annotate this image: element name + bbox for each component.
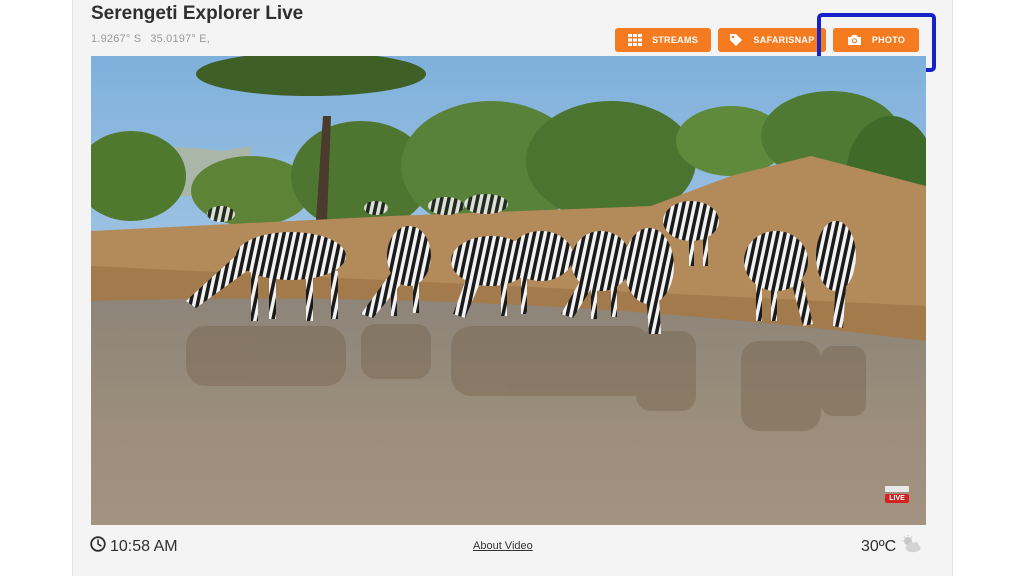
tag-icon [729,33,743,47]
page-title: Serengeti Explorer Live [91,3,304,24]
longitude: 35.0197° E, [150,33,211,45]
stream-card: Serengeti Explorer Live 1.9267° S 35.0197… [72,0,953,576]
live-badge: LIVE [885,486,909,503]
photo-button[interactable]: PHOTO [833,28,919,52]
photo-label: PHOTO [871,35,906,45]
safarisnap-button[interactable]: SAFARISNAP [718,28,826,52]
live-badge-logo [885,486,909,492]
latitude: 1.9267° S [91,33,142,45]
clock-icon [90,536,106,557]
live-video[interactable]: LIVE [91,56,926,525]
about-video-link[interactable]: About Video [473,540,533,552]
safarisnap-label: SAFARISNAP [753,35,815,45]
partly-cloudy-icon [900,535,922,558]
camera-icon [847,34,862,46]
live-label: LIVE [885,494,909,503]
grid-icon [627,34,642,46]
video-frame [91,56,926,525]
weather: 30ºC [861,535,922,558]
coordinates: 1.9267° S 35.0197° E, [91,33,210,45]
streams-button[interactable]: STREAMS [615,28,711,52]
time-value: 10:58 AM [110,537,178,555]
streams-label: STREAMS [651,35,699,45]
temperature-value: 30ºC [861,537,897,555]
local-time: 10:58 AM [90,536,178,557]
